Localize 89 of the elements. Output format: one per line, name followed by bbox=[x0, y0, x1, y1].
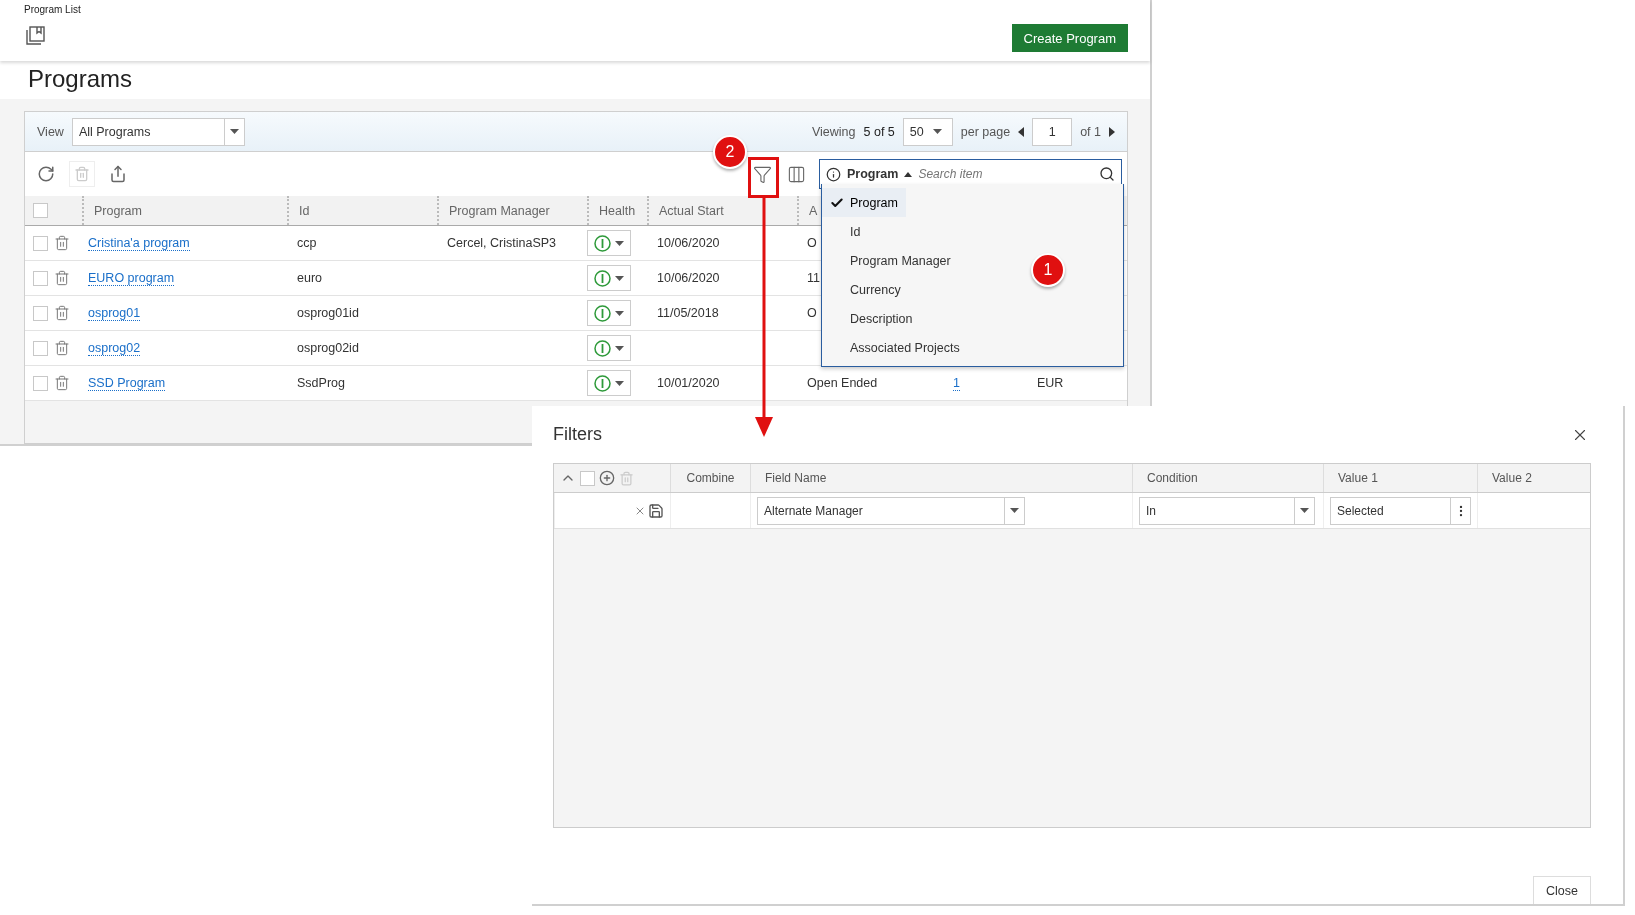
caret-icon bbox=[229, 129, 239, 134]
save-icon[interactable] bbox=[648, 502, 664, 519]
library-icon[interactable] bbox=[24, 25, 46, 47]
caret-icon bbox=[615, 310, 624, 316]
info-icon bbox=[826, 166, 841, 182]
health-icon bbox=[594, 234, 611, 252]
caret-icon bbox=[904, 171, 913, 177]
menu-item[interactable]: Currency bbox=[822, 275, 909, 304]
close-button[interactable]: Close bbox=[1533, 876, 1591, 904]
add-icon[interactable] bbox=[599, 470, 615, 486]
row-checkbox[interactable] bbox=[33, 340, 48, 356]
per-page-label: per page bbox=[960, 124, 1011, 139]
table-cell-text: 10/01/2020 bbox=[656, 376, 721, 390]
caret-icon bbox=[1300, 508, 1309, 513]
health-icon bbox=[594, 304, 611, 322]
row-checkbox[interactable] bbox=[33, 270, 48, 286]
view-label: View bbox=[37, 124, 64, 139]
per-page-select[interactable]: 50 bbox=[902, 117, 953, 146]
page-field[interactable]: 1 bbox=[1032, 117, 1073, 146]
health-dropdown[interactable] bbox=[587, 300, 631, 326]
column-header: Field Name bbox=[750, 464, 1132, 492]
column-header: Condition bbox=[1132, 464, 1323, 492]
page-title: Programs bbox=[27, 64, 134, 95]
menu-item[interactable]: Id bbox=[822, 217, 869, 246]
program-link[interactable]: SSD Program bbox=[88, 375, 166, 391]
health-icon bbox=[594, 374, 611, 392]
check-icon bbox=[830, 195, 844, 210]
caret-icon bbox=[615, 345, 624, 351]
view-select[interactable]: All Programs bbox=[71, 117, 245, 146]
program-link[interactable]: EURO program bbox=[88, 270, 175, 286]
value-field[interactable]: Selected bbox=[1330, 496, 1471, 525]
viewing-count: 5 of 5 bbox=[863, 124, 895, 139]
row-checkbox[interactable] bbox=[33, 305, 48, 321]
delete-icon[interactable] bbox=[54, 235, 70, 251]
column-header: Value 2 bbox=[1477, 464, 1590, 492]
next-page-icon[interactable] bbox=[1109, 126, 1115, 137]
menu-item[interactable]: Description bbox=[822, 304, 921, 333]
delete-icon[interactable] bbox=[54, 375, 70, 391]
table-cell-text: euro bbox=[296, 271, 324, 285]
create-program-button[interactable]: Create Program bbox=[1011, 24, 1128, 52]
program-link[interactable]: osprog01 bbox=[88, 305, 141, 321]
health-icon bbox=[594, 269, 611, 287]
table-cell-text: EUR bbox=[1036, 376, 1065, 390]
menu-item[interactable]: Associated Projects bbox=[822, 333, 968, 362]
caret-icon bbox=[615, 380, 624, 386]
column-header: Value 1 bbox=[1323, 464, 1477, 492]
window-title: Program List bbox=[24, 4, 81, 15]
row-checkbox[interactable] bbox=[33, 375, 48, 391]
table-cell-text: osprog02id bbox=[296, 341, 360, 355]
field-name-select[interactable]: Alternate Manager bbox=[757, 496, 1025, 525]
menu-item[interactable]: Program bbox=[822, 188, 906, 217]
health-dropdown[interactable] bbox=[587, 370, 631, 396]
caret-icon bbox=[615, 240, 624, 246]
viewing-label: Viewing bbox=[811, 124, 856, 139]
table-cell-text: 10/06/2020 bbox=[656, 236, 721, 250]
health-icon bbox=[594, 339, 611, 357]
dialog-title: Filters bbox=[553, 424, 602, 445]
health-dropdown[interactable] bbox=[587, 265, 631, 291]
field-picker[interactable]: Program bbox=[847, 167, 899, 181]
count-link[interactable]: 1 bbox=[953, 375, 960, 391]
table-cell-text: osprog01id bbox=[296, 306, 360, 320]
select-all-checkbox[interactable] bbox=[33, 203, 48, 218]
delete-icon[interactable] bbox=[54, 270, 70, 286]
table-cell-text: SsdProg bbox=[296, 376, 346, 390]
page-count: of 1 bbox=[1080, 124, 1101, 139]
highlight-callout bbox=[748, 157, 779, 198]
health-dropdown[interactable] bbox=[587, 230, 631, 256]
previous-page-icon[interactable] bbox=[1018, 126, 1025, 137]
caret-icon bbox=[615, 275, 624, 281]
program-link[interactable]: Cristina'a program bbox=[88, 235, 190, 251]
table-cell-text: O bbox=[806, 236, 818, 250]
program-link[interactable]: osprog02 bbox=[88, 340, 141, 356]
search-icon[interactable] bbox=[1099, 166, 1115, 182]
table-cell-text: Open Ended bbox=[806, 376, 879, 390]
health-dropdown[interactable] bbox=[587, 335, 631, 361]
caret-icon bbox=[1010, 508, 1019, 513]
select-all-checkbox[interactable] bbox=[580, 470, 595, 486]
table-cell-text: 11/05/2018 bbox=[656, 306, 720, 320]
delete-icon[interactable] bbox=[54, 305, 70, 321]
caret-icon bbox=[933, 129, 943, 134]
table-cell-text: 10/06/2020 bbox=[656, 271, 721, 285]
delete-icon[interactable] bbox=[54, 340, 70, 356]
table-cell-text: Cercel, CristinaSP3 bbox=[446, 236, 558, 250]
column-header: Combine bbox=[670, 464, 750, 492]
menu-item[interactable]: Program Manager bbox=[822, 246, 959, 275]
table-cell-text: 11 bbox=[806, 271, 821, 285]
row-checkbox[interactable] bbox=[33, 235, 48, 251]
table-cell-text: ccp bbox=[296, 236, 318, 250]
condition-select[interactable]: In bbox=[1139, 496, 1315, 525]
